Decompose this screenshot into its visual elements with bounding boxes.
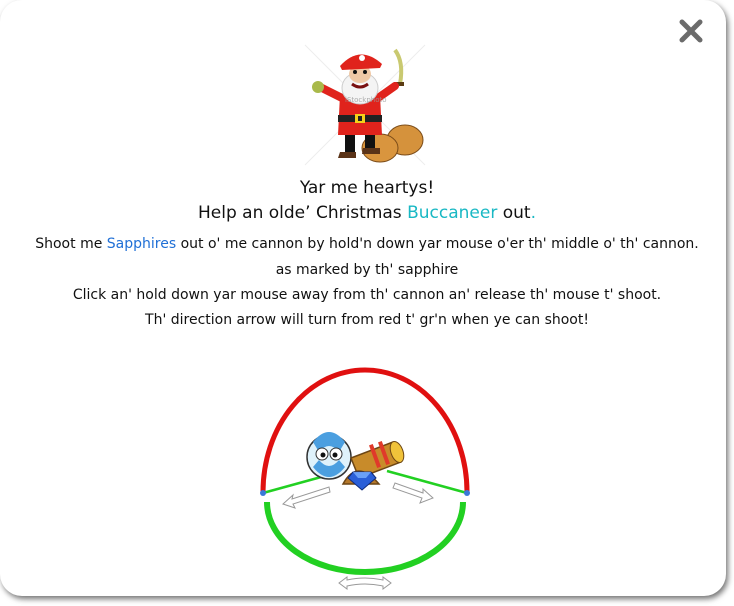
instruction-line-4: Th' direction arrow will turn from red t… [145,312,589,328]
instruction-line-1: Shoot me Sapphires out o' me cannon by h… [0,236,734,252]
heading-line-2: Help an olde’ Christmas Buccaneer out. [0,203,734,223]
heading-line-2-prefix: Help an olde’ Christmas [198,203,408,223]
buccaneer-highlight: Buccaneer [407,203,498,223]
instruction-line-2: as marked by th' sapphire [275,262,459,278]
instructions-dialog: iStockphoto Yar me heartys! Help an olde… [0,0,726,596]
sapphires-highlight: Sapphires [106,236,177,252]
right-arrow-icon [392,482,434,504]
blue-creature-icon [306,432,352,480]
green-aim-arc [264,501,466,575]
rotate-arrow-icon [338,576,392,590]
heading-line-1: Yar me heartys! [299,178,435,198]
left-arrow-icon [282,486,331,509]
sapphire-icon [347,471,377,491]
cannon-diagram [260,367,470,590]
instruction-1-prefix: Shoot me [35,236,107,252]
image-watermark: iStockphoto [345,96,387,104]
instruction-line-3: Click an' hold down yar mouse away from … [72,287,662,303]
heading-line-2-suffix: out [497,203,531,223]
close-icon[interactable] [676,16,706,46]
heading-line-2-dot: . [530,203,536,223]
instruction-1-suffix: out o' me cannon by hold'n down yar mous… [176,236,699,252]
pirate-santa-image: iStockphoto [304,44,426,166]
